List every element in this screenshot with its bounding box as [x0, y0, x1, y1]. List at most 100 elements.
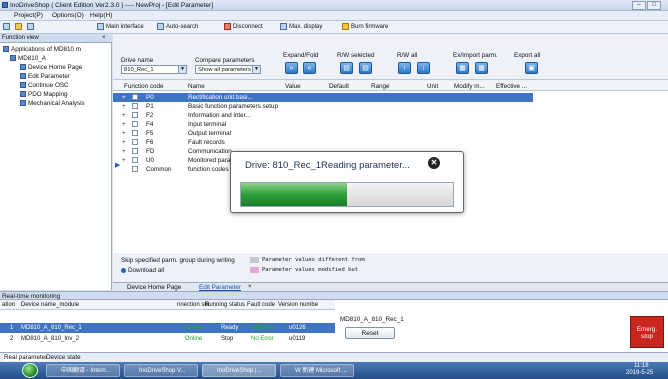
page-icon: [20, 100, 26, 107]
export-all-label: Export all: [514, 52, 541, 59]
tree-item-md810a[interactable]: MD810_A: [10, 55, 46, 62]
tab-device-state[interactable]: Device state: [46, 354, 81, 361]
reset-button[interactable]: Reset: [345, 327, 395, 339]
tree-item-pdo-mapping[interactable]: PDO Mapping: [20, 91, 68, 98]
table-row[interactable]: 2 MD810_A_810_Inv_2 Online Stop No Error…: [0, 334, 335, 344]
lightning-icon: [342, 23, 349, 30]
taskbar-item-inodriveshop-1[interactable]: InoDriveShop V...: [124, 364, 198, 377]
open-folder-icon[interactable]: [15, 23, 24, 32]
drive-name-select[interactable]: 810_Rec_1 ▼: [121, 65, 187, 74]
col-fault-code[interactable]: Fault code: [247, 302, 275, 308]
max-display-button[interactable]: Max. display: [280, 23, 322, 32]
tree-item-mechanical-analysis[interactable]: Mechanical Analysis: [20, 100, 85, 107]
disconnect-icon: [224, 23, 231, 30]
legend-swatch-modified: [250, 267, 259, 273]
expand-fold-label: Expand/Fold: [283, 52, 319, 59]
main-interface-button[interactable]: Main interface: [97, 23, 144, 32]
auto-search-button[interactable]: Auto-search: [157, 23, 198, 32]
tree-item-continue-osc[interactable]: Continue OSC: [20, 82, 69, 89]
col-unit[interactable]: Unit: [427, 83, 438, 90]
table-row[interactable]: + P1 Basic function parameters setup: [113, 102, 543, 111]
write-all-button[interactable]: ↓: [417, 62, 430, 74]
expand-icon[interactable]: +: [122, 103, 126, 110]
expand-icon[interactable]: +: [122, 94, 126, 101]
expand-icon[interactable]: +: [122, 130, 126, 137]
import-param-button[interactable]: ▦: [475, 62, 488, 74]
download-all-radio[interactable]: Download all: [121, 267, 164, 274]
read-all-button[interactable]: ↑: [398, 62, 411, 74]
col-name[interactable]: Name: [188, 83, 205, 90]
menu-bar: Project(P) Options(O) Help(H): [0, 11, 668, 21]
expand-icon[interactable]: +: [122, 148, 126, 155]
row-checkbox[interactable]: [132, 94, 138, 100]
tab-edit-parameter[interactable]: Edit Parameter: [199, 284, 241, 291]
disconnect-button[interactable]: Disconnect: [224, 23, 263, 32]
row-checkbox[interactable]: [132, 121, 138, 127]
minimize-button[interactable]: –: [632, 1, 646, 10]
chevron-down-icon: ▼: [252, 66, 260, 73]
row-checkbox[interactable]: [132, 157, 138, 163]
compare-parameters-select[interactable]: Show all parameters ▼: [195, 65, 261, 74]
write-selected-button[interactable]: ▤: [359, 62, 372, 74]
taskbar-item-inodriveshop-2[interactable]: InoDriveShop |...: [202, 364, 276, 377]
dialog-message: Drive: 810_Rec_1Reading parameter...: [245, 160, 410, 171]
row-checkbox[interactable]: [132, 139, 138, 145]
tree-item-device-home[interactable]: Device Home Page: [20, 64, 82, 71]
menu-options[interactable]: Options(O): [52, 12, 84, 19]
clock-date: 2019-5-25: [626, 370, 654, 376]
col-function-code[interactable]: Function code: [124, 83, 164, 90]
row-checkbox[interactable]: [132, 112, 138, 118]
row-checkbox[interactable]: [132, 130, 138, 136]
row-checkbox[interactable]: [132, 103, 138, 109]
pin-icon[interactable]: ×: [102, 35, 106, 41]
burn-firmware-button[interactable]: Burn firmware: [342, 23, 388, 32]
row-checkbox[interactable]: [132, 166, 138, 172]
export-param-button[interactable]: ▦: [456, 62, 469, 74]
taskbar-item-word[interactable]: W 新建 Microsoft ...: [280, 364, 354, 377]
row-checkbox[interactable]: [132, 148, 138, 154]
emergency-stop-button[interactable]: Emerg. stop: [630, 316, 664, 348]
close-icon[interactable]: ✕: [428, 157, 440, 169]
page-icon: [20, 73, 26, 80]
table-row[interactable]: + F6 Fault records: [113, 138, 543, 147]
expand-icon[interactable]: +: [122, 157, 126, 164]
table-row[interactable]: + F4 Input terminal: [113, 120, 543, 129]
maximize-button[interactable]: □: [647, 1, 661, 10]
expand-icon[interactable]: +: [122, 121, 126, 128]
col-station[interactable]: ation: [2, 302, 15, 308]
table-row[interactable]: + F5 Output terminal: [113, 129, 543, 138]
tab-close-icon[interactable]: ×: [248, 284, 252, 290]
parameter-header: Drive name 810_Rec_1 ▼ Compare parameters…: [113, 34, 668, 80]
read-selected-button[interactable]: ▤: [340, 62, 353, 74]
col-value[interactable]: Value: [285, 83, 301, 90]
ex-import-label: Ex/Import parm.: [453, 52, 498, 59]
col-version[interactable]: Version numbe: [278, 302, 318, 308]
tree-item-edit-parameter[interactable]: Edit Parameter: [20, 73, 70, 80]
save-icon[interactable]: [27, 23, 36, 32]
new-file-icon[interactable]: [3, 23, 12, 32]
tab-real-parameter[interactable]: Real parameter: [2, 354, 50, 361]
menu-help[interactable]: Help(H): [90, 12, 112, 19]
col-effective[interactable]: Effective ...: [496, 83, 527, 90]
table-row[interactable]: + F2 Information and inter...: [113, 111, 543, 120]
tree-item-applications[interactable]: Applications of MD810 m: [3, 46, 81, 53]
expand-icon[interactable]: +: [122, 139, 126, 146]
col-device-name[interactable]: Device name_module: [21, 302, 79, 308]
legend-modified-label: Parameter values modified but: [262, 267, 359, 273]
export-all-button[interactable]: ▣: [525, 62, 538, 74]
expand-icon[interactable]: +: [122, 112, 126, 119]
col-range[interactable]: Range: [371, 83, 390, 90]
taskbar-item-browser[interactable]: 中国翻译 - Intern...: [46, 364, 120, 377]
expand-button[interactable]: »: [285, 62, 298, 74]
fold-button[interactable]: «: [303, 62, 316, 74]
realtime-monitoring-header: Real-time monitoring: [0, 291, 668, 300]
folder-icon: [3, 46, 9, 53]
table-row[interactable]: + P0 Rectification unit basi...: [113, 93, 533, 102]
tab-device-home-page[interactable]: Device Home Page: [127, 284, 181, 291]
col-running-status[interactable]: Running status: [205, 302, 245, 308]
col-modify[interactable]: Modify m...: [454, 83, 485, 90]
start-orb-icon[interactable]: [22, 363, 38, 378]
table-row[interactable]: 1 MD810_A_810_Rec_1 Online Ready No Erro…: [0, 323, 335, 333]
menu-project[interactable]: Project(P): [14, 12, 43, 19]
col-default[interactable]: Default: [329, 83, 349, 90]
